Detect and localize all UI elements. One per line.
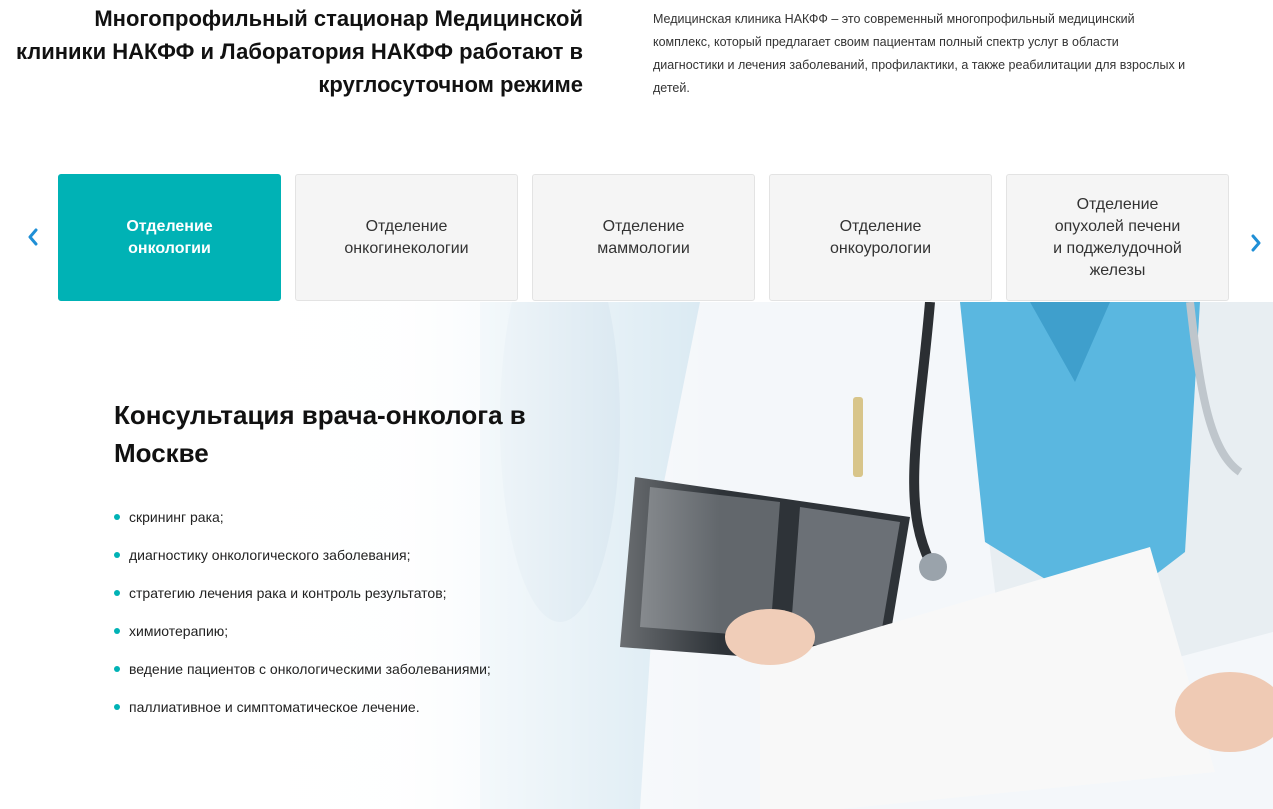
bullet-icon [114,666,120,672]
list-item-text: скрининг рака; [129,509,224,525]
bullet-icon [114,628,120,634]
tab-label: Отделение онкологии [126,217,213,257]
bullet-icon [114,704,120,710]
bullet-icon [114,552,120,558]
hero-title: Консультация врача-онколога в Москве [114,400,526,468]
tab-label: Отделение маммологии [597,217,690,257]
bullet-icon [114,590,120,596]
list-item-text: паллиативное и симптоматическое лечение. [129,699,420,715]
list-item: стратегию лечения рака и контроль резуль… [114,584,491,622]
list-item: паллиативное и симптоматическое лечение. [114,698,491,736]
tab-label: Отделение онкоурологии [829,217,932,257]
tab-label: Отделение онкогинекологии [344,217,469,257]
bullet-icon [114,514,120,520]
page-title: Многопрофильный стационар Медицинской кл… [15,6,583,97]
list-item-text: химиотерапию; [129,623,229,639]
carousel-next-button[interactable] [1245,230,1267,256]
tab-label: Отделение опухолей печени и поджелудочно… [1053,195,1182,279]
tab-oncourology[interactable]: Отделение онкоурологии [769,174,992,301]
services-list: скрининг рака; диагностику онкологическо… [114,508,491,736]
chevron-left-icon [28,228,38,246]
list-item: ведение пациентов с онкологическими забо… [114,660,491,698]
list-item: скрининг рака; [114,508,491,546]
list-item-text: диагностику онкологического заболевания; [129,547,411,563]
tab-mammology[interactable]: Отделение маммологии [532,174,755,301]
tab-oncogynecology[interactable]: Отделение онкогинекологии [295,174,518,301]
list-item: химиотерапию; [114,622,491,660]
list-item: диагностику онкологического заболевания; [114,546,491,584]
chevron-right-icon [1251,234,1261,252]
tab-oncology[interactable]: Отделение онкологии [58,174,281,301]
tab-liver-pancreas-tumors[interactable]: Отделение опухолей печени и поджелудочно… [1006,174,1229,301]
list-item-text: стратегию лечения рака и контроль резуль… [129,585,447,601]
carousel-prev-button[interactable] [22,224,44,250]
hero-banner: Консультация врача-онколога в Москве скр… [0,302,1273,809]
clinic-description: Медицинская клиника НАКФФ – это современ… [653,12,1186,95]
list-item-text: ведение пациентов с онкологическими забо… [129,661,491,677]
